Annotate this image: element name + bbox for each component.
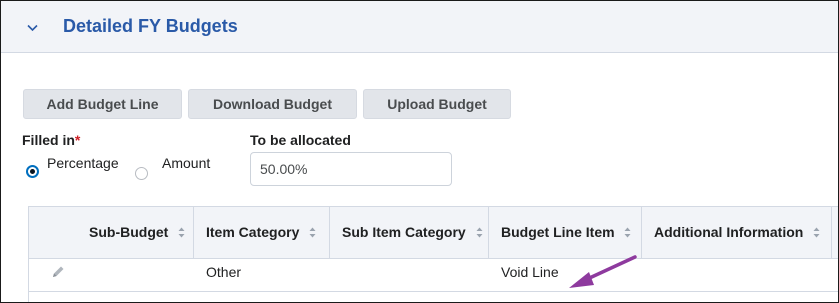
row-divider: [29, 291, 838, 292]
column-header-label: Item Category: [206, 224, 300, 240]
column-header-sub-budget[interactable]: Sub-Budget: [89, 207, 185, 258]
column-divider: [193, 207, 194, 258]
sort-icon[interactable]: [813, 227, 820, 238]
column-header-label: Budget Line Item: [501, 224, 615, 240]
chevron-down-icon[interactable]: [27, 24, 38, 32]
column-divider: [329, 207, 330, 258]
column-divider: [641, 207, 642, 258]
section-title: Detailed FY Budgets: [63, 16, 238, 36]
column-header-label: Additional Information: [654, 224, 804, 240]
download-budget-button[interactable]: Download Budget: [188, 89, 357, 119]
column-header-label: Sub-Budget: [89, 224, 169, 240]
annotation-arrow: [569, 255, 637, 288]
cell-item-category: Other: [206, 264, 242, 280]
add-budget-line-button[interactable]: Add Budget Line: [23, 89, 182, 119]
required-mark: *: [74, 132, 81, 148]
sort-icon[interactable]: [476, 227, 483, 238]
filled-in-label: Filled in*: [22, 132, 80, 148]
radio-amount-label[interactable]: Amount: [162, 155, 210, 171]
filled-in-label-text: Filled in: [22, 132, 75, 148]
sort-icon[interactable]: [309, 227, 316, 238]
radio-amount[interactable]: [135, 167, 148, 180]
sort-icon[interactable]: [624, 227, 631, 238]
column-header-additional-information[interactable]: Additional Information: [654, 207, 820, 258]
to-be-allocated-field: 50.00%: [250, 152, 452, 186]
column-header-label: Sub Item Category: [342, 224, 466, 240]
radio-percentage[interactable]: [26, 165, 39, 178]
column-header-item-category[interactable]: Item Category: [206, 207, 316, 258]
radio-percentage-label[interactable]: Percentage: [47, 155, 119, 171]
column-divider: [831, 207, 832, 258]
pencil-icon[interactable]: [50, 264, 66, 280]
column-divider: [488, 207, 489, 258]
upload-budget-button[interactable]: Upload Budget: [363, 89, 511, 119]
section-header[interactable]: Detailed FY Budgets: [1, 1, 838, 53]
sort-icon[interactable]: [178, 227, 185, 238]
column-header-sub-item-category[interactable]: Sub Item Category: [342, 207, 483, 258]
to-be-allocated-label: To be allocated: [250, 132, 351, 148]
cell-budget-line-item: Void Line: [501, 264, 559, 280]
budget-panel: Detailed FY Budgets Add Budget Line Down…: [0, 0, 839, 303]
